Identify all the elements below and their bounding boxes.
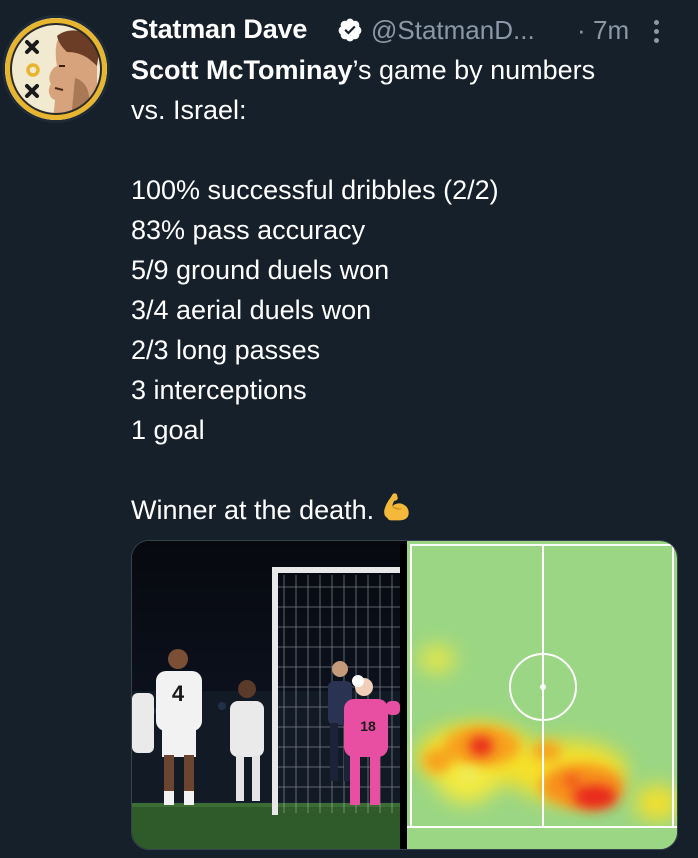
stat-line: 5/9 ground duels won	[131, 255, 390, 285]
tweet-closing-line: Winner at the death.	[131, 490, 412, 530]
shirt-number-18: 18	[360, 718, 376, 734]
author-name[interactable]: Statman Dave	[131, 14, 307, 45]
tweet-timestamp[interactable]: 7m	[593, 15, 629, 46]
heatmap-pitch-graphic	[407, 541, 677, 849]
author-avatar[interactable]	[5, 18, 107, 120]
tweet-text-line-2: vs. Israel:	[131, 95, 247, 125]
tweet[interactable]: Statman Dave @StatmanD... · 7m Scott McT…	[0, 0, 698, 858]
flexed-biceps-emoji-icon	[384, 493, 409, 521]
stat-line: 100% successful dribbles (2/2)	[131, 175, 499, 205]
goal-photo-illustration: 4 18	[132, 541, 400, 849]
stat-line: 3/4 aerial duels won	[131, 295, 372, 325]
verified-badge-icon	[338, 18, 362, 42]
stat-line: 3 interceptions	[131, 375, 307, 405]
mentioned-player-name: Scott McTominay	[131, 55, 353, 85]
shirt-number-4: 4	[172, 681, 185, 706]
stat-line: 1 goal	[131, 415, 205, 445]
separator-dot: ·	[577, 15, 586, 45]
tweet-header: Statman Dave @StatmanD... · 7m	[131, 12, 671, 48]
stat-line: 83% pass accuracy	[131, 215, 366, 245]
more-options-icon[interactable]	[649, 20, 663, 46]
stat-line: 2/3 long passes	[131, 335, 321, 365]
avatar-inner-ring	[10, 23, 102, 115]
tweet-text-line-1: Scott McTominay’s game by numbers	[131, 50, 595, 90]
player-heatmap-image[interactable]	[407, 541, 677, 849]
tweet-text-line-1-rest: ’s game by numbers	[352, 55, 596, 85]
author-handle[interactable]: @StatmanD...	[371, 15, 535, 46]
goal-celebration-photo[interactable]: 4 18	[132, 541, 400, 849]
tweet-media[interactable]: 4 18	[131, 540, 678, 850]
closing-text: Winner at the death.	[131, 495, 375, 525]
